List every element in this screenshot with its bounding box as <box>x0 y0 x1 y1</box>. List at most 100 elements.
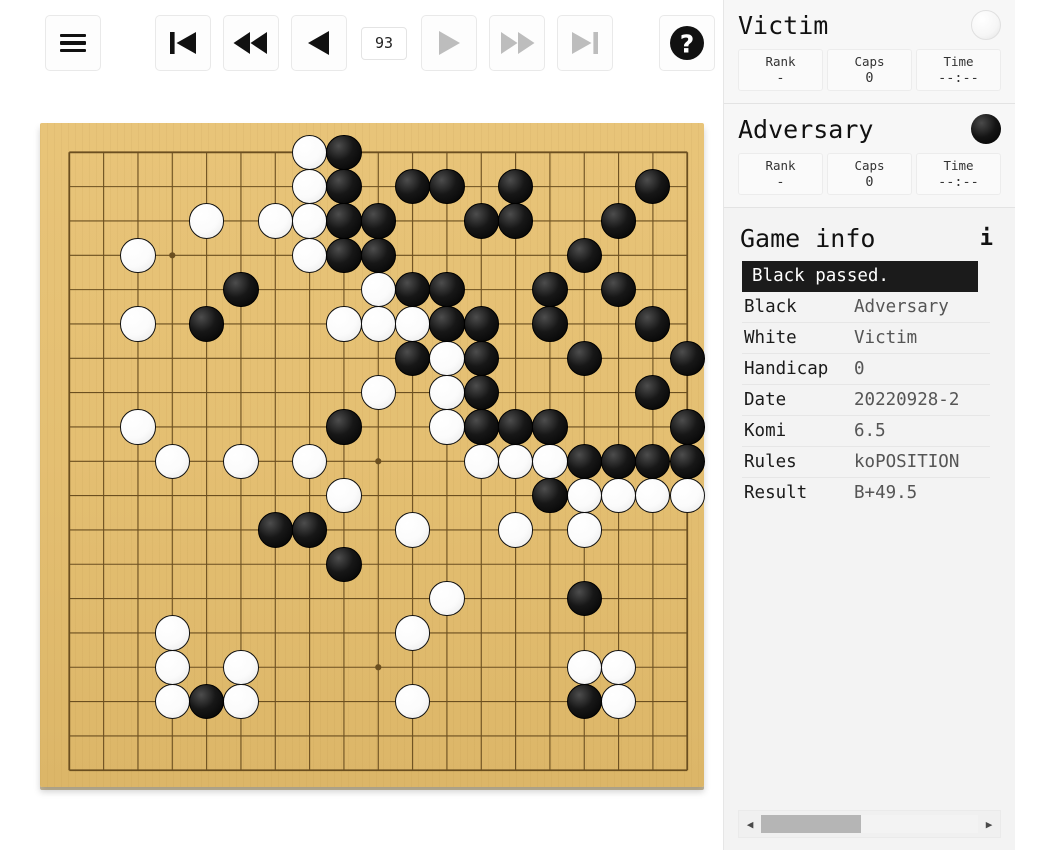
white-stone <box>120 409 156 445</box>
white-stone <box>600 478 637 514</box>
player-card-black: Adversary Rank - Caps 0 Time --:-- <box>724 104 1015 208</box>
stat-key: Time <box>943 158 974 173</box>
white-stone <box>395 306 431 342</box>
black-stone <box>429 169 465 205</box>
black-stone <box>189 683 225 720</box>
player-card-white: Victim Rank - Caps 0 Time --:-- <box>724 0 1015 104</box>
black-stone <box>257 512 293 548</box>
white-stone <box>497 443 534 479</box>
white-stone <box>566 478 602 514</box>
game-info-value: Victim <box>854 328 918 348</box>
white-stone <box>120 237 156 273</box>
skip-to-end-icon <box>572 32 598 54</box>
stat-value: - <box>776 70 785 86</box>
skip-to-start-icon <box>170 32 196 54</box>
player-header-white: Victim <box>738 10 1001 40</box>
white-stone <box>292 169 328 205</box>
white-stone <box>360 272 396 308</box>
white-stone <box>429 340 465 376</box>
fast-forward-button[interactable] <box>489 15 545 71</box>
scrollbar-track[interactable] <box>761 815 978 833</box>
white-stone <box>189 203 225 239</box>
white-stone <box>600 683 637 720</box>
white-stone <box>292 237 328 273</box>
game-info-value: 0 <box>854 359 865 379</box>
game-info-key: White <box>744 328 797 348</box>
last-move-button[interactable] <box>557 15 613 71</box>
black-stone <box>532 409 568 445</box>
info-icon[interactable]: i <box>974 226 999 251</box>
scroll-left-arrow-icon[interactable]: ◀ <box>739 818 761 831</box>
black-stone <box>566 237 602 273</box>
black-stone <box>463 203 499 239</box>
stat-rank-white: Rank - <box>738 49 823 91</box>
stat-key: Time <box>943 54 974 69</box>
game-info-row: Rules koPOSITION <box>742 447 990 478</box>
black-stone <box>566 683 602 720</box>
black-stone <box>463 375 499 411</box>
scrollbar-thumb[interactable] <box>761 815 861 833</box>
black-stone <box>395 272 431 308</box>
black-stone <box>292 512 328 548</box>
player-name-white: Victim <box>738 10 829 40</box>
stones-layer <box>40 123 705 787</box>
white-stone <box>292 443 328 479</box>
white-stone <box>292 134 328 170</box>
stat-time-black: Time --:-- <box>916 153 1001 195</box>
black-stone <box>360 237 396 273</box>
white-stone <box>326 478 362 514</box>
next-move-button[interactable] <box>421 15 477 71</box>
black-stone <box>326 546 362 582</box>
black-stone <box>532 306 568 342</box>
black-stone <box>635 169 671 205</box>
scroll-right-arrow-icon[interactable]: ▶ <box>978 818 1000 831</box>
white-stone <box>395 615 431 651</box>
game-info-value: 20220928-2 <box>854 390 960 410</box>
white-stone <box>223 649 259 685</box>
fast-forward-icon <box>501 32 535 54</box>
game-info-key: Handicap <box>744 359 829 379</box>
black-stone <box>463 409 499 445</box>
black-stone <box>360 203 396 239</box>
black-stone <box>189 306 225 342</box>
white-stone <box>360 375 396 411</box>
stat-key: Rank <box>765 158 796 173</box>
black-stone <box>497 409 534 445</box>
stat-time-white: Time --:-- <box>916 49 1001 91</box>
black-stone <box>566 580 602 617</box>
game-info-row: Result B+49.5 <box>742 478 990 508</box>
black-stone <box>326 203 362 239</box>
question-mark-icon: ? <box>670 26 704 60</box>
first-move-button[interactable] <box>155 15 211 71</box>
horizontal-scrollbar[interactable]: ◀ ▶ <box>738 810 1001 838</box>
previous-move-button[interactable] <box>291 15 347 71</box>
stat-rank-black: Rank - <box>738 153 823 195</box>
move-number-display[interactable]: 93 <box>361 26 407 60</box>
white-stone <box>600 649 637 685</box>
white-stone <box>326 306 362 342</box>
game-info-row: Handicap 0 <box>742 354 990 385</box>
player-stats-black: Rank - Caps 0 Time --:-- <box>738 153 1001 195</box>
black-stone <box>497 169 534 205</box>
go-board[interactable] <box>40 123 705 787</box>
game-info-key: Black <box>744 297 797 317</box>
white-stone <box>154 443 190 479</box>
game-info-header: Game info i <box>724 208 1015 261</box>
black-stone <box>600 272 637 308</box>
white-stone <box>395 512 431 548</box>
menu-button[interactable] <box>45 15 101 71</box>
game-info-value: koPOSITION <box>854 452 960 472</box>
black-stone <box>635 375 671 411</box>
black-stone <box>532 478 568 514</box>
playback-toolbar: 93 ? <box>0 0 720 86</box>
white-stone <box>463 443 499 479</box>
black-stone <box>635 443 671 479</box>
black-stone <box>223 272 259 308</box>
game-info-key: Date <box>744 390 787 410</box>
play-right-icon <box>439 31 460 55</box>
rewind-button[interactable] <box>223 15 279 71</box>
white-stone <box>292 203 328 239</box>
help-button[interactable]: ? <box>659 15 715 71</box>
stat-caps-white: Caps 0 <box>827 49 912 91</box>
black-stone <box>326 409 362 445</box>
